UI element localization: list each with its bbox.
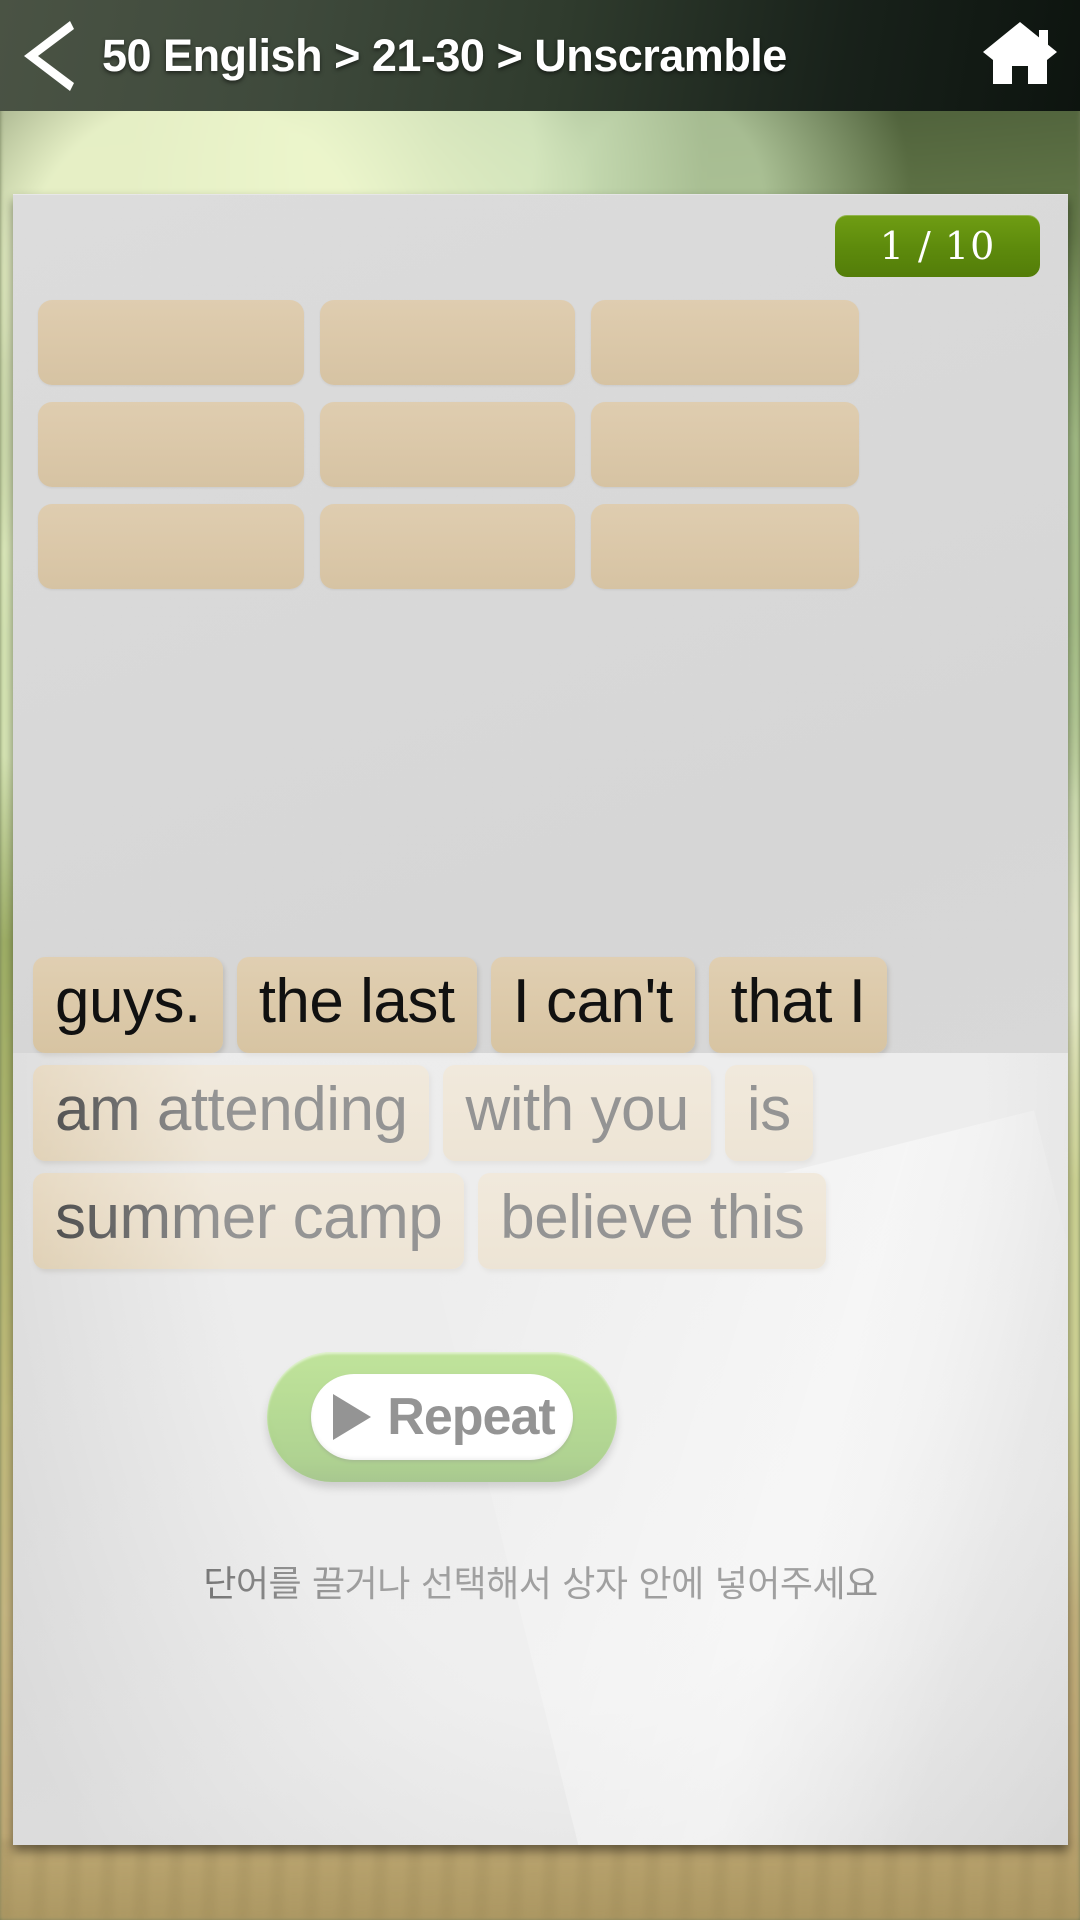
answer-slot-grid	[38, 300, 904, 589]
word-tile[interactable]: summer camp	[33, 1173, 465, 1269]
app-header: 50 English > 21-30 > Unscramble	[0, 0, 1080, 111]
chevron-left-icon	[22, 19, 74, 93]
word-tile[interactable]: the last	[236, 957, 477, 1053]
word-tile[interactable]: that I	[708, 957, 888, 1053]
quiz-card: 1 / 10 guys. the last I can't that I am …	[13, 194, 1068, 1845]
home-button[interactable]	[960, 0, 1080, 111]
breadcrumb-title: 50 English > 21-30 > Unscramble	[102, 29, 787, 81]
answer-slot[interactable]	[38, 300, 304, 385]
word-tile[interactable]: am attending	[33, 1065, 430, 1161]
word-bank-row: am attending with you is	[33, 1065, 1043, 1161]
answer-slot[interactable]	[591, 402, 859, 487]
answer-slot[interactable]	[591, 504, 859, 589]
background-wood-band	[0, 1840, 1080, 1920]
word-tile[interactable]: believe this	[478, 1173, 827, 1269]
repeat-button-label: Repeat	[387, 1388, 555, 1446]
answer-slot[interactable]	[38, 504, 304, 589]
progress-badge: 1 / 10	[835, 215, 1040, 277]
answer-slot[interactable]	[591, 300, 859, 385]
answer-slot[interactable]	[320, 504, 575, 589]
repeat-button[interactable]: Repeat	[267, 1352, 617, 1482]
repeat-button-inner: Repeat	[311, 1374, 573, 1460]
instruction-hint: 단어를 끌거나 선택해서 상자 안에 넣어주세요	[203, 1564, 878, 1605]
play-icon	[333, 1394, 372, 1440]
word-bank-row: summer camp believe this	[33, 1173, 1043, 1269]
word-tile[interactable]: guys.	[33, 957, 223, 1053]
word-tile[interactable]: I can't	[490, 957, 695, 1053]
answer-slot[interactable]	[320, 402, 575, 487]
word-bank: guys. the last I can't that I am attendi…	[33, 957, 1043, 1281]
word-bank-row: guys. the last I can't that I	[33, 957, 1043, 1053]
home-icon	[981, 18, 1059, 93]
word-tile[interactable]: is	[724, 1065, 813, 1161]
back-button[interactable]	[0, 0, 96, 111]
answer-slot[interactable]	[38, 402, 304, 487]
answer-slot[interactable]	[320, 300, 575, 385]
word-tile[interactable]: with you	[443, 1065, 711, 1161]
